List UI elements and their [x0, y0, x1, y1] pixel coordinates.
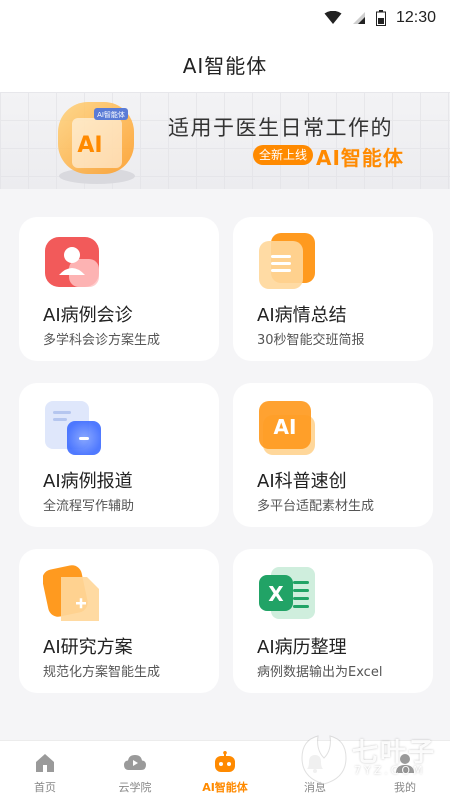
page-title: AI智能体	[182, 53, 268, 78]
report-icon	[45, 401, 101, 455]
excel-icon: X	[259, 567, 315, 619]
signal-icon	[352, 12, 365, 24]
promo-banner[interactable]: AI智能体 AI 适用于医生日常工作的 全新上线 AI智能体	[0, 92, 450, 189]
card-subtitle: 多学科会诊方案生成	[43, 333, 161, 348]
user-card-icon	[45, 237, 99, 287]
nav-label: AI智能体	[202, 781, 248, 794]
bottom-nav: 首页 云学院 AI智能体 消息 我的	[0, 740, 450, 800]
nav-item-ai-agent[interactable]: AI智能体	[180, 741, 270, 800]
svg-text:AI: AI	[274, 415, 297, 439]
card-condition-summary[interactable]: AI病情总结 30秒智能交班简报	[233, 217, 433, 361]
cloud-play-icon	[124, 755, 146, 770]
card-record-organize[interactable]: X AI病历整理 病例数据输出为Excel	[233, 549, 433, 693]
card-title: AI科普速创	[257, 471, 347, 492]
card-case-consultation[interactable]: AI病例会诊 多学科会诊方案生成	[19, 217, 219, 361]
nav-item-cloud-academy[interactable]: 云学院	[90, 741, 180, 800]
wifi-icon	[324, 11, 342, 24]
robot-icon	[215, 751, 235, 772]
status-icons: 12:30	[324, 0, 436, 36]
battery-icon	[375, 10, 386, 26]
page-header: AI智能体	[0, 36, 450, 92]
banner-headline: 适用于医生日常工作的	[168, 116, 393, 140]
banner-accent-text: AI智能体	[316, 146, 404, 170]
document-plus-icon	[43, 565, 99, 621]
card-title: AI病例报道	[43, 471, 133, 492]
status-time: 12:30	[395, 9, 436, 26]
card-title: AI病情总结	[257, 305, 347, 326]
svg-text:AI: AI	[77, 133, 102, 158]
card-subtitle: 病例数据输出为Excel	[257, 665, 383, 680]
nav-item-profile[interactable]: 我的	[360, 741, 450, 800]
document-lines-icon	[259, 233, 315, 289]
card-title: AI病历整理	[257, 637, 347, 658]
nav-item-home[interactable]: 首页	[0, 741, 90, 800]
card-subtitle: 30秒智能交班简报	[257, 333, 365, 348]
nav-label: 首页	[34, 781, 56, 794]
profile-icon	[396, 754, 414, 773]
nav-label: 云学院	[118, 781, 152, 794]
banner-new-badge: 全新上线	[253, 145, 314, 165]
svg-text:AI智能体: AI智能体	[97, 110, 125, 119]
nav-item-messages[interactable]: 消息	[270, 741, 360, 800]
card-research-plan[interactable]: AI研究方案 规范化方案智能生成	[19, 549, 219, 693]
card-subtitle: 多平台适配素材生成	[257, 499, 375, 514]
ai-cube-illustration: AI智能体 AI	[58, 102, 135, 184]
card-title: AI研究方案	[43, 637, 133, 658]
card-case-report[interactable]: AI病例报道 全流程写作辅助	[19, 383, 219, 527]
card-subtitle: 全流程写作辅助	[43, 499, 135, 514]
card-subtitle: 规范化方案智能生成	[43, 665, 161, 680]
card-title: AI病例会诊	[43, 305, 133, 326]
status-bar: 12:30	[0, 0, 450, 36]
card-science-content[interactable]: AI AI科普速创 多平台适配素材生成	[233, 383, 433, 527]
ai-badge-icon: AI	[259, 401, 315, 455]
svg-text:X: X	[268, 582, 284, 606]
home-icon	[36, 754, 54, 772]
nav-label: 我的	[394, 781, 416, 794]
nav-label: 消息	[304, 781, 326, 794]
bell-icon	[307, 755, 323, 773]
